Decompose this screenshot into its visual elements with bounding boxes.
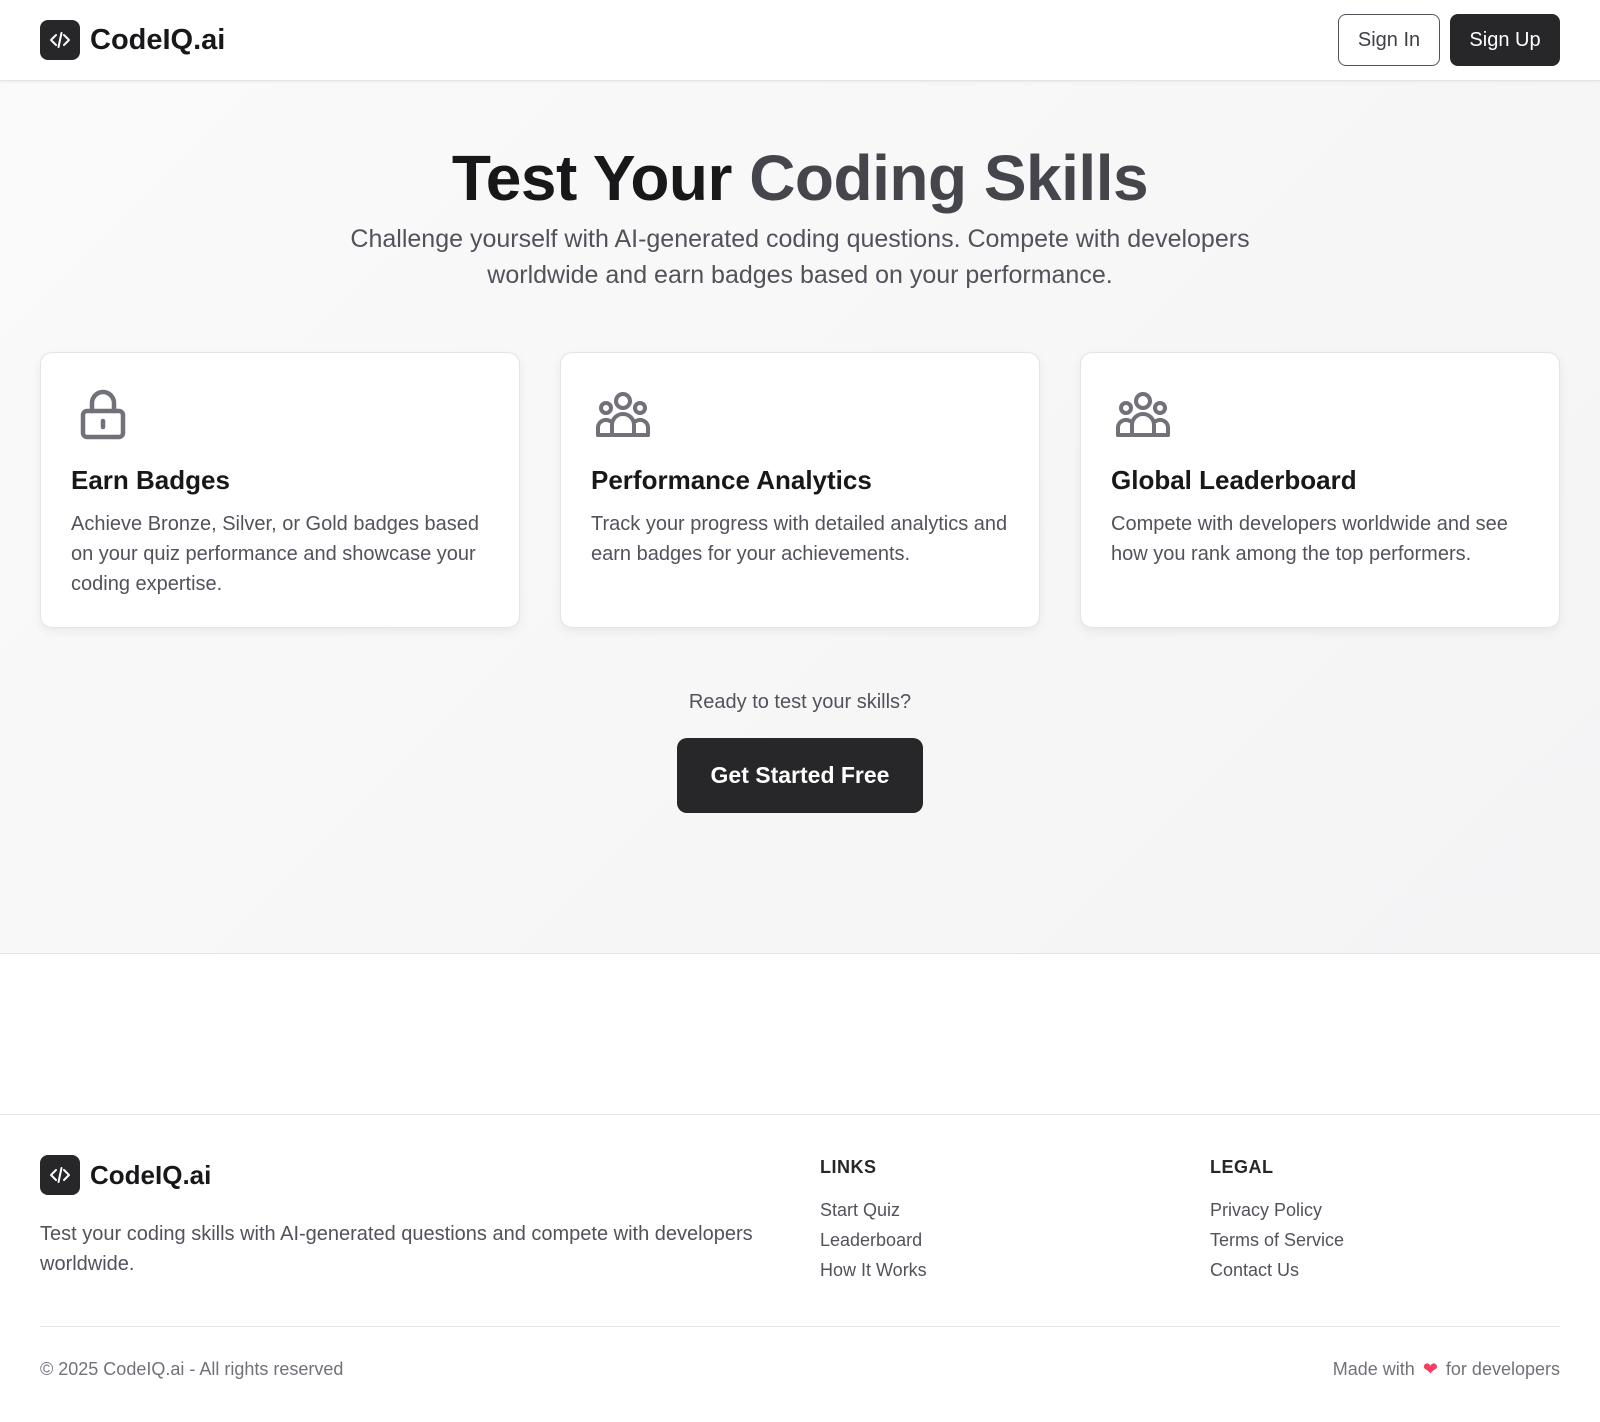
top-navbar: CodeIQ.ai Sign In Sign Up <box>0 0 1600 81</box>
get-started-button[interactable]: Get Started Free <box>677 738 923 813</box>
footer-divider <box>40 1326 1560 1327</box>
feature-card-global-leaderboard: Global Leaderboard Compete with develope… <box>1080 352 1560 628</box>
sign-up-button[interactable]: Sign Up <box>1450 14 1560 66</box>
code-icon <box>40 20 80 60</box>
hero-title-accent: Coding Skills <box>749 142 1149 214</box>
brand-name: CodeIQ.ai <box>90 23 226 56</box>
feature-description: Track your progress with detailed analyt… <box>591 513 1008 565</box>
footer-links-column: LINKS Start Quiz Leaderboard How It Work… <box>820 1157 927 1285</box>
feature-title: Performance Analytics <box>591 465 872 495</box>
made-with-suffix: for developers <box>1445 1359 1560 1379</box>
lock-icon <box>80 389 126 440</box>
brand-logo[interactable]: CodeIQ.ai <box>40 20 225 60</box>
footer-brand-logo[interactable]: CodeIQ.ai <box>40 1155 211 1195</box>
cta-prompt: Ready to test your skills? <box>688 691 912 713</box>
made-with-text: Made with ❤ for developers <box>1333 1359 1560 1380</box>
footer-brand-name: CodeIQ.ai <box>90 1159 212 1190</box>
feature-card-earn-badges: Earn Badges Achieve Bronze, Silver, or G… <box>40 352 520 628</box>
feature-description: Achieve Bronze, Silver, or Gold badges b… <box>71 513 480 595</box>
code-icon <box>40 1155 80 1195</box>
footer-legal-column: LEGAL Privacy Policy Terms of Service Co… <box>1210 1157 1344 1285</box>
footer-link-leaderboard[interactable]: Leaderboard <box>820 1225 927 1255</box>
hero-subtitle: Challenge yourself with AI-generated cod… <box>350 225 1250 289</box>
footer-link-how-it-works[interactable]: How It Works <box>820 1255 927 1285</box>
footer-link-terms-of-service[interactable]: Terms of Service <box>1210 1225 1344 1255</box>
footer-description: Test your coding skills with AI-generate… <box>40 1223 753 1275</box>
footer-legal-heading: LEGAL <box>1210 1157 1274 1177</box>
footer-link-contact-us[interactable]: Contact Us <box>1210 1255 1344 1285</box>
footer-links-heading: LINKS <box>820 1157 877 1177</box>
users-icon <box>596 392 650 437</box>
feature-description: Compete with developers worldwide and se… <box>1111 513 1508 565</box>
copyright-text: © 2025 CodeIQ.ai - All rights reserved <box>40 1359 344 1379</box>
footer-link-privacy-policy[interactable]: Privacy Policy <box>1210 1195 1344 1225</box>
heart-icon: ❤ <box>1422 1359 1438 1379</box>
hero-title-main: Test Your <box>451 142 750 214</box>
made-with-prefix: Made with <box>1332 1359 1415 1379</box>
users-icon <box>1116 392 1170 437</box>
sign-in-button[interactable]: Sign In <box>1338 14 1440 66</box>
feature-card-performance-analytics: Performance Analytics Track your progres… <box>560 352 1040 628</box>
feature-title: Global Leaderboard <box>1111 465 1357 495</box>
hero-title: Test Your Coding Skills <box>0 141 1600 215</box>
feature-title: Earn Badges <box>71 465 230 495</box>
footer-link-start-quiz[interactable]: Start Quiz <box>820 1195 927 1225</box>
hero-section: Test Your Coding Skills Challenge yourse… <box>0 81 1600 954</box>
site-footer: CodeIQ.ai Test your coding skills with A… <box>0 1114 1600 1422</box>
